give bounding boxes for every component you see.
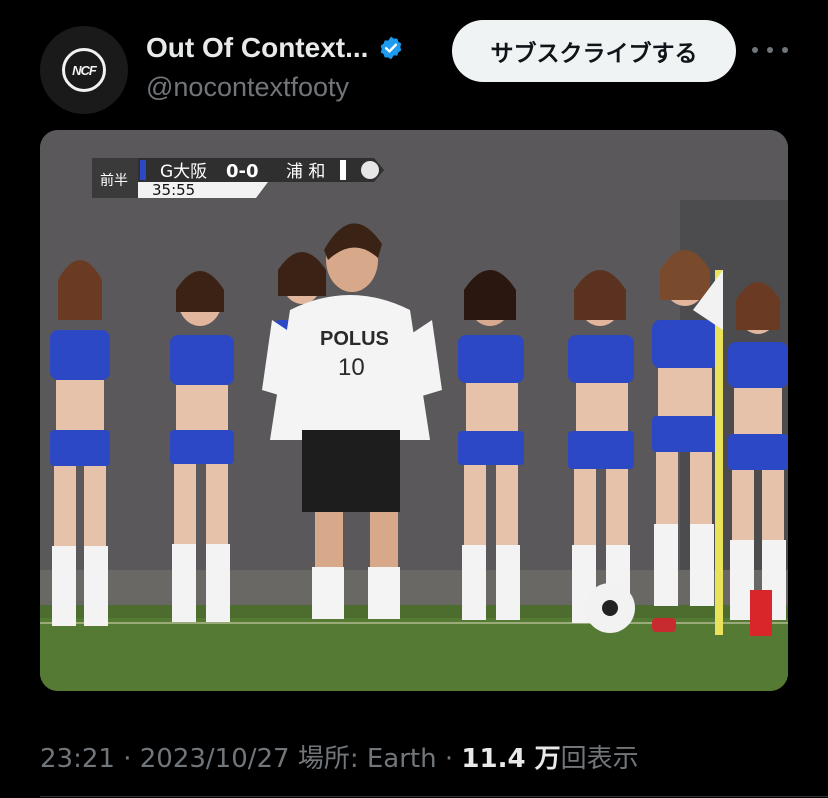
shirt-sponsor: POLUS (320, 328, 389, 350)
scorebug-clock: 35:55 (152, 181, 195, 199)
tweet-media-photo[interactable]: POLUS 10 前半 G大阪 0-0 浦 和 35:55 (40, 130, 788, 691)
avatar[interactable]: NCF (40, 26, 128, 114)
verified-badge-icon (381, 36, 402, 60)
tweet-date[interactable]: 2023/10/27 (140, 744, 290, 774)
divider (40, 796, 828, 797)
separator: · (123, 744, 132, 774)
location-label: 場所: Earth (297, 744, 437, 774)
more-horizontal-icon[interactable] (752, 36, 788, 64)
views-count[interactable]: 11.4 万 (461, 744, 560, 774)
dot (782, 47, 788, 53)
scorebug-away-team: 浦 和 (286, 162, 325, 182)
scorebug-score: 0-0 (226, 161, 259, 182)
tweet-time[interactable]: 23:21 (40, 744, 115, 774)
ncf-logo: NCF (62, 48, 106, 92)
subscribe-button[interactable]: サブスクライブする (452, 20, 736, 82)
display-name[interactable]: Out Of Context... (146, 32, 368, 64)
scorebug-period: 前半 (100, 172, 128, 189)
dot (752, 47, 758, 53)
user-handle[interactable]: @nocontextfooty (146, 72, 349, 103)
dot (767, 47, 773, 53)
views-label: 回表示 (560, 744, 639, 774)
tweet-meta: 23:21 · 2023/10/27 場所: Earth · 11.4 万回表示 (40, 738, 639, 775)
ball-icon (361, 161, 379, 179)
author-name-row[interactable]: Out Of Context... (146, 32, 404, 64)
scorebug-home-team: G大阪 (160, 162, 207, 182)
separator: · (444, 744, 454, 774)
shirt-number: 10 (338, 354, 365, 381)
photo-illustration: POLUS 10 前半 G大阪 0-0 浦 和 35:55 (40, 130, 788, 691)
